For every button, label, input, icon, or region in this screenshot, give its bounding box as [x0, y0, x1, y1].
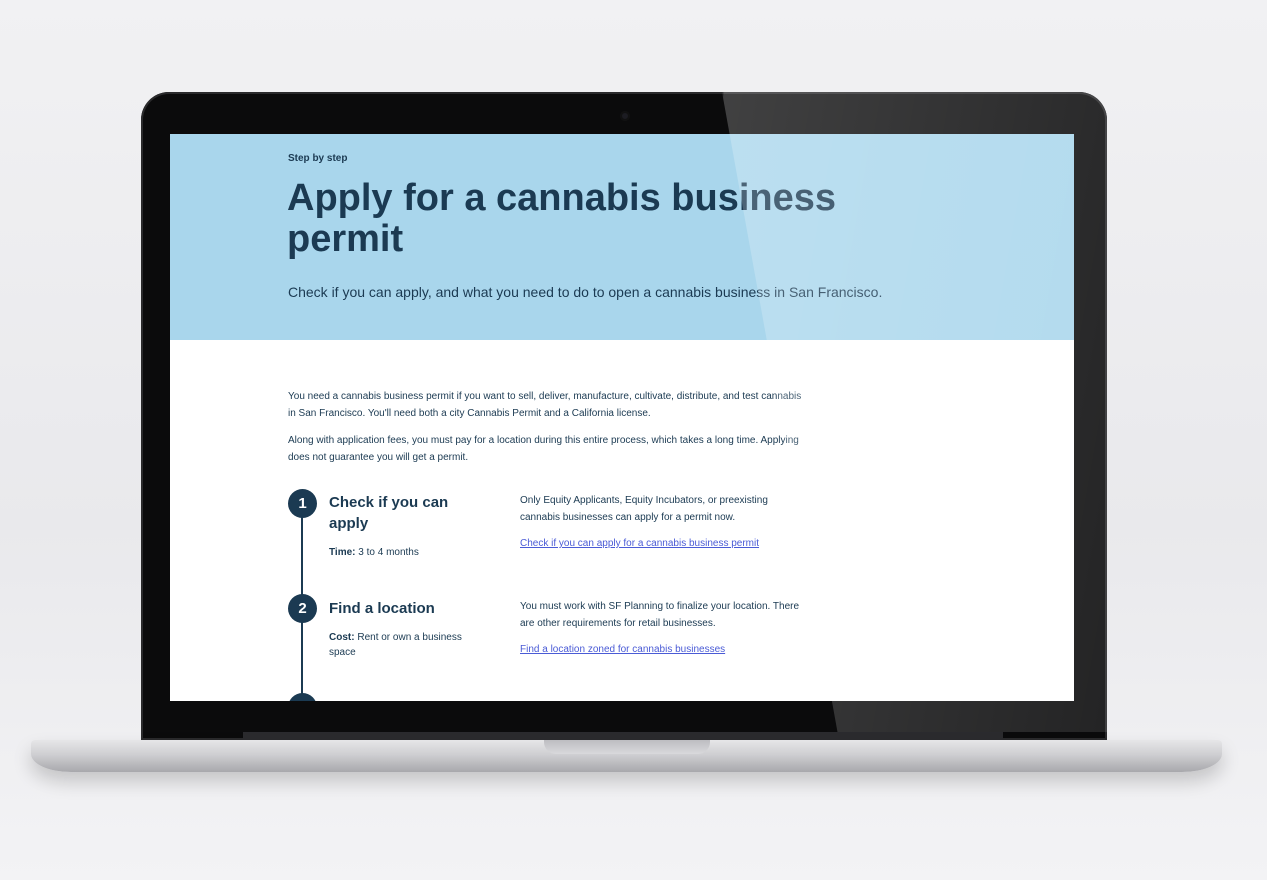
hero-banner: Step by step Apply for a cannabis busine…: [170, 134, 1074, 340]
webcam-icon: [620, 111, 630, 121]
step-connector: [301, 622, 303, 701]
find-location-link[interactable]: Find a location zoned for cannabis busin…: [520, 644, 725, 655]
step-title: Check if you can apply: [329, 494, 449, 532]
check-eligibility-link[interactable]: Check if you can apply for a cannabis bu…: [520, 538, 759, 549]
step-number-badge-partial: [288, 693, 317, 701]
page-title: Apply for a cannabis business permit: [287, 177, 837, 260]
step-meta-label: Time:: [329, 547, 356, 558]
step-meta: Time: 3 to 4 months: [329, 545, 489, 560]
step-number-badge: 2: [288, 594, 317, 623]
laptop-notch: [544, 740, 710, 754]
step-meta: Cost: Rent or own a business space: [329, 630, 489, 660]
step-description: Only Equity Applicants, Equity Incubator…: [520, 495, 768, 523]
step-meta-label: Cost:: [329, 632, 355, 643]
step-meta-value: 3 to 4 months: [358, 547, 419, 558]
intro-paragraph-1: You need a cannabis business permit if y…: [288, 391, 802, 419]
step-title: Find a location: [329, 600, 435, 617]
step-number-badge: 1: [288, 489, 317, 518]
step-description: You must work with SF Planning to finali…: [520, 601, 800, 629]
eyebrow-label: Step by step: [288, 153, 348, 164]
hero-subtitle: Check if you can apply, and what you nee…: [288, 284, 883, 300]
browser-viewport: Step by step Apply for a cannabis busine…: [170, 134, 1074, 701]
laptop-hinge: [243, 732, 1003, 740]
intro-paragraph-2: Along with application fees, you must pa…: [288, 435, 799, 463]
